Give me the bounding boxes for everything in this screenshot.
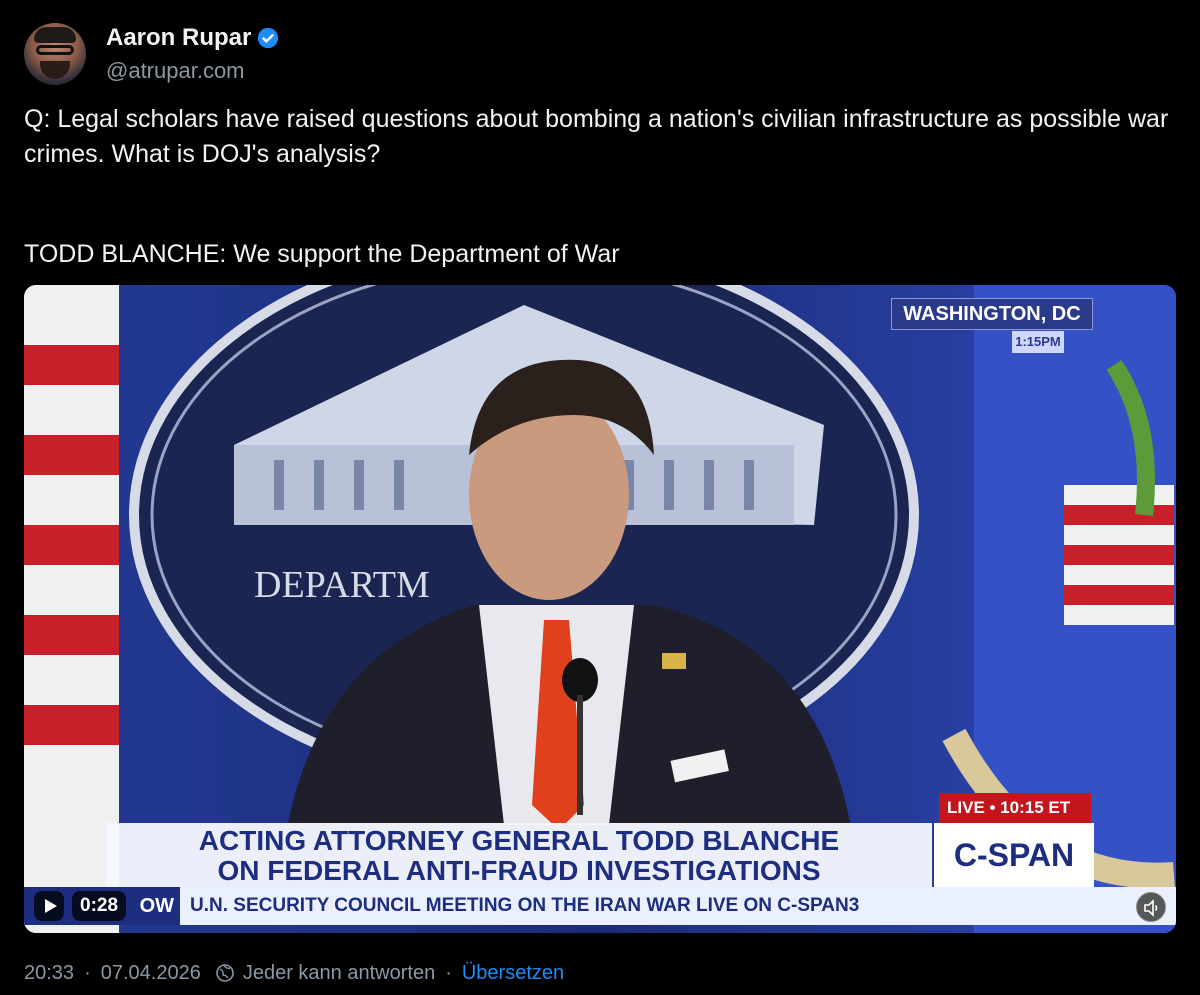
post-text: Q: Legal scholars have raised questions … bbox=[24, 102, 1174, 272]
post-question: Q: Legal scholars have raised questions … bbox=[24, 105, 1169, 168]
avatar-beard bbox=[40, 61, 70, 79]
network-logo: C-SPAN bbox=[934, 823, 1094, 887]
ticker-text: U.N. SECURITY COUNCIL MEETING ON THE IRA… bbox=[190, 895, 860, 916]
live-indicator: LIVE • 10:15 ET bbox=[939, 793, 1091, 823]
name-row: Aaron Rupar bbox=[106, 24, 279, 52]
headline-line-1: ACTING ATTORNEY GENERAL TODD BLANCHE bbox=[198, 825, 840, 856]
avatar[interactable] bbox=[24, 23, 86, 85]
play-button[interactable] bbox=[34, 891, 64, 921]
author-display-name[interactable]: Aaron Rupar bbox=[106, 24, 251, 52]
speaker-icon bbox=[1144, 899, 1158, 917]
backdrop-text: DEPARTM bbox=[254, 564, 430, 606]
separator: · bbox=[445, 961, 452, 984]
post-date[interactable]: 07.04.2026 bbox=[101, 962, 201, 985]
post-header: Aaron Rupar @atrupar.com bbox=[24, 22, 279, 86]
news-ticker: OW U.N. SECURITY COUNCIL MEETING ON THE … bbox=[24, 887, 1176, 925]
avatar-hair bbox=[34, 27, 76, 43]
video-player[interactable]: DEPARTM WASHINGTON, DC 1:15PM LIVE • 10:… bbox=[24, 285, 1176, 933]
video-duration: 0:28 bbox=[72, 891, 127, 921]
post-time[interactable]: 20:33 bbox=[24, 962, 74, 985]
author-handle[interactable]: @atrupar.com bbox=[106, 58, 279, 84]
play-icon bbox=[45, 899, 57, 913]
translate-link[interactable]: Übersetzen bbox=[462, 962, 564, 985]
location-box: WASHINGTON, DC bbox=[891, 298, 1093, 330]
reply-setting[interactable]: Jeder kann antworten bbox=[243, 962, 435, 985]
globe-reply-icon bbox=[216, 964, 234, 982]
post-footer: 20:33 · 07.04.2026 Jeder kann antworten … bbox=[24, 957, 564, 989]
headline-line-2: ON FEDERAL ANTI-FRAUD INVESTIGATIONS bbox=[217, 855, 821, 886]
separator: · bbox=[84, 961, 91, 984]
lower-third: ACTING ATTORNEY GENERAL TODD BLANCHE ON … bbox=[106, 823, 932, 887]
avatar-glasses bbox=[36, 45, 74, 55]
author-names: Aaron Rupar @atrupar.com bbox=[106, 24, 279, 84]
post-answer: TODD BLANCHE: We support the Department … bbox=[24, 240, 620, 268]
mute-button[interactable] bbox=[1136, 892, 1166, 922]
verified-badge-icon bbox=[258, 27, 279, 49]
us-flag bbox=[24, 285, 119, 933]
local-time-box: 1:15PM bbox=[1012, 331, 1064, 353]
